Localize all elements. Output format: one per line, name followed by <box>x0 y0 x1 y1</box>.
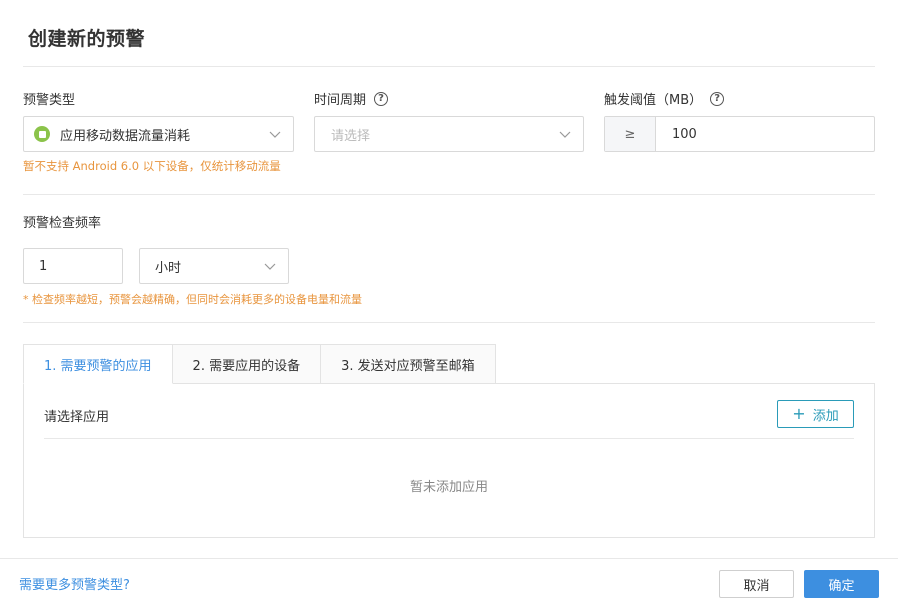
check-frequency-hint: * 检查频率越短，预警会越精确，但同时会消耗更多的设备电量和流量 <box>23 293 362 306</box>
cancel-button[interactable]: 取消 <box>719 570 794 598</box>
empty-state-text: 暂未添加应用 <box>409 480 488 495</box>
divider <box>23 194 875 195</box>
chevron-down-icon <box>264 263 276 270</box>
check-frequency-label: 预警检查频率 <box>23 212 101 231</box>
divider <box>23 322 875 323</box>
apps-panel-title: 请选择应用 <box>44 410 110 425</box>
alert-type-label: 预警类型 <box>23 89 75 108</box>
chevron-down-icon <box>269 131 281 138</box>
alert-type-label-text: 预警类型 <box>23 93 76 108</box>
chevron-down-icon <box>559 131 571 138</box>
tab-email[interactable]: 3. 发送对应预警至邮箱 <box>320 344 496 384</box>
time-period-label-text: 时间周期 <box>314 93 367 108</box>
check-frequency-unit-select[interactable]: 小时 <box>139 248 289 284</box>
check-frequency-input[interactable]: 1 <box>23 248 123 284</box>
confirm-button[interactable]: 确定 <box>804 570 879 598</box>
threshold-label-text: 触发阈值（MB） <box>604 93 703 108</box>
dialog-footer: 需要更多预警类型? 取消 确定 <box>0 558 898 605</box>
time-period-placeholder: 请选择 <box>331 128 371 144</box>
add-app-button[interactable]: + 添加 <box>777 400 854 428</box>
app-icon <box>34 126 50 142</box>
alert-type-select[interactable]: 应用移动数据流量消耗 <box>23 116 294 152</box>
apps-panel: 请选择应用 + 添加 暂未添加应用 <box>23 383 875 538</box>
divider <box>44 438 854 439</box>
threshold-value-input[interactable]: 100 <box>656 117 874 151</box>
check-frequency-unit-value: 小时 <box>155 260 182 276</box>
threshold-operator: ≥ <box>605 117 656 151</box>
divider <box>23 66 875 67</box>
alert-type-hint: 暂不支持 Android 6.0 以下设备，仅统计移动流量 <box>23 159 281 173</box>
tab-apps[interactable]: 1. 需要预警的应用 <box>23 344 173 384</box>
threshold-label: 触发阈值（MB） ? <box>604 89 725 108</box>
tab-devices[interactable]: 2. 需要应用的设备 <box>171 344 322 384</box>
dialog-title: 创建新的预警 <box>28 28 146 50</box>
add-app-label: 添加 <box>812 408 839 424</box>
alert-type-value: 应用移动数据流量消耗 <box>60 128 191 144</box>
threshold-input-group: ≥ 100 <box>604 116 875 152</box>
time-period-label: 时间周期 ? <box>314 89 389 108</box>
plus-icon: + <box>792 404 806 423</box>
time-period-select[interactable]: 请选择 <box>314 116 584 152</box>
question-circle-icon[interactable]: ? <box>374 91 389 106</box>
check-frequency-label-text: 预警检查频率 <box>23 216 102 231</box>
tab-bar: 1. 需要预警的应用 2. 需要应用的设备 3. 发送对应预警至邮箱 <box>23 344 496 384</box>
question-circle-icon[interactable]: ? <box>710 91 725 106</box>
more-alert-types-link[interactable]: 需要更多预警类型? <box>19 574 130 593</box>
